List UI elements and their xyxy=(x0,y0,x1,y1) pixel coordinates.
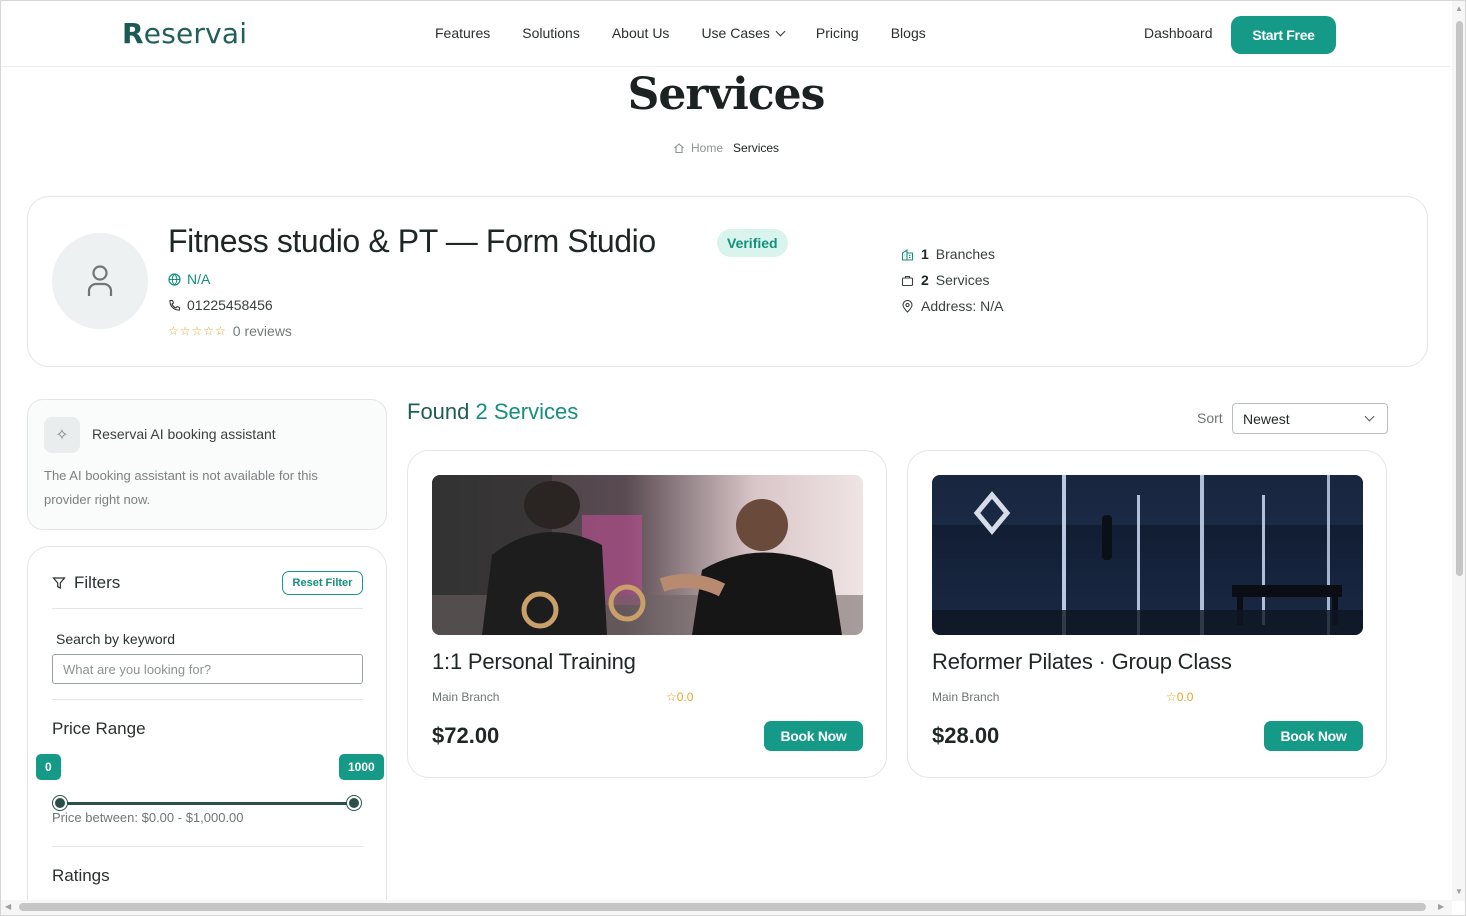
page-title: Services xyxy=(627,69,826,120)
scroll-right-icon[interactable]: ▶ xyxy=(1438,902,1444,911)
verified-badge: Verified xyxy=(717,229,788,257)
sparkle-icon: ✧ xyxy=(44,417,80,453)
divider xyxy=(52,699,363,700)
horizontal-scroll-thumb[interactable] xyxy=(19,903,1426,911)
scroll-up-icon[interactable]: ▲ xyxy=(1455,4,1463,13)
building-icon xyxy=(901,248,914,261)
service-branch: Main Branch xyxy=(932,690,1000,704)
price-min-badge: 0 xyxy=(36,754,61,780)
horizontal-scrollbar[interactable]: ◀ ▶ xyxy=(1,900,1452,915)
provider-card: Fitness studio & PT — Form Studio Verifi… xyxy=(27,196,1428,367)
nav-use-cases[interactable]: Use Cases xyxy=(701,25,786,41)
vertical-scrollbar[interactable]: ▲ ▼ xyxy=(1452,1,1465,901)
found-label: Found xyxy=(407,399,470,424)
filters-panel: Filters Reset Filter Search by keyword P… xyxy=(27,546,387,915)
breadcrumb-current: Services xyxy=(733,141,780,155)
ai-assistant-title: Reservai AI booking assistant xyxy=(92,426,276,442)
sort-selected-value: Newest xyxy=(1243,411,1290,427)
service-rating: ☆0.0 xyxy=(1166,690,1194,704)
dashboard-link[interactable]: Dashboard xyxy=(1144,25,1213,41)
price-range-title: Price Range xyxy=(52,719,146,738)
price-min-handle[interactable] xyxy=(53,796,67,810)
provider-name: Fitness studio & PT — Form Studio xyxy=(168,223,656,259)
services-label: Services xyxy=(935,272,990,288)
book-now-button[interactable]: Book Now xyxy=(764,721,863,751)
found-count: 2 Services xyxy=(475,399,579,424)
reset-filter-button[interactable]: Reset Filter xyxy=(282,571,363,595)
book-now-button[interactable]: Book Now xyxy=(1264,721,1363,751)
provider-website[interactable]: N/A xyxy=(168,271,210,287)
provider-phone[interactable]: 01225458456 xyxy=(168,297,273,313)
chevron-down-icon xyxy=(1364,411,1375,422)
address-stat: Address: N/A xyxy=(901,298,1003,314)
filters-title: Filters xyxy=(74,573,121,592)
service-card[interactable]: Reformer Pilates · Group Class Main Bran… xyxy=(907,450,1387,778)
provider-website-text: N/A xyxy=(187,271,211,287)
service-price: $28.00 xyxy=(932,723,1000,748)
sort-label: Sort xyxy=(1197,410,1223,426)
ai-assistant-card: ✧ Reservai AI booking assistant The AI b… xyxy=(27,399,387,530)
filter-icon xyxy=(52,577,66,589)
price-max-handle[interactable] xyxy=(347,796,361,810)
top-navbar: Reservai Features Solutions About Us Use… xyxy=(1,1,1451,67)
results-count: Found 2 Services xyxy=(407,399,578,425)
services-count: 2 xyxy=(921,272,929,288)
breadcrumb-home[interactable]: Home xyxy=(691,141,723,155)
scroll-down-icon[interactable]: ▼ xyxy=(1455,887,1463,896)
service-price: $72.00 xyxy=(432,723,500,748)
divider xyxy=(52,846,363,847)
briefcase-icon xyxy=(901,275,914,286)
service-title[interactable]: 1:1 Personal Training xyxy=(432,649,636,675)
filters-header: Filters xyxy=(52,573,120,593)
phone-icon xyxy=(169,299,181,311)
provider-avatar xyxy=(52,233,148,329)
home-icon xyxy=(674,143,684,154)
breadcrumb: Home Services xyxy=(673,141,779,155)
branches-count: 1 xyxy=(921,246,929,262)
nav-solutions[interactable]: Solutions xyxy=(522,25,580,41)
ratings-title: Ratings xyxy=(52,866,110,885)
reservai-logo[interactable]: Reservai xyxy=(122,17,247,50)
service-branch: Main Branch xyxy=(432,690,500,704)
divider xyxy=(52,608,363,609)
address-text: Address: N/A xyxy=(921,298,1004,314)
main-menu: Features Solutions About Us Use Cases Pr… xyxy=(435,25,926,41)
globe-icon xyxy=(168,272,181,286)
nav-blogs[interactable]: Blogs xyxy=(891,25,926,41)
provider-phone-text: 01225458456 xyxy=(187,297,273,313)
branches-stat: 1 Branches xyxy=(901,246,995,262)
scroll-left-icon[interactable]: ◀ xyxy=(5,902,11,911)
nav-about-us[interactable]: About Us xyxy=(612,25,670,41)
pilates-studio-photo xyxy=(932,475,1363,635)
browser-viewport: Reservai Features Solutions About Us Use… xyxy=(0,0,1466,916)
sort-select[interactable]: Newest xyxy=(1232,403,1388,434)
user-icon xyxy=(87,265,113,296)
chevron-down-icon xyxy=(775,26,786,37)
star-rating-icons: ☆☆☆☆☆ xyxy=(168,324,227,338)
nav-features[interactable]: Features xyxy=(435,25,490,41)
nav-pricing[interactable]: Pricing xyxy=(816,25,859,41)
service-image xyxy=(432,475,863,635)
branches-label: Branches xyxy=(935,246,995,262)
service-image xyxy=(932,475,1363,635)
price-max-badge: 1000 xyxy=(339,754,384,780)
price-slider-track[interactable] xyxy=(61,802,355,805)
reviews-count: 0 reviews xyxy=(232,323,292,339)
provider-reviews: ☆☆☆☆☆ 0 reviews xyxy=(168,323,292,339)
start-free-button[interactable]: Start Free xyxy=(1231,16,1336,54)
nav-use-cases-label: Use Cases xyxy=(701,25,770,41)
vertical-scroll-thumb[interactable] xyxy=(1456,21,1463,576)
price-range-text: Price between: $0.00 - $1,000.00 xyxy=(52,810,244,825)
personal-training-photo xyxy=(432,475,863,635)
service-card[interactable]: 1:1 Personal Training Main Branch ☆0.0 $… xyxy=(407,450,887,778)
keyword-search-input[interactable] xyxy=(52,654,363,684)
services-stat: 2 Services xyxy=(901,272,989,288)
ai-assistant-message: The AI booking assistant is not availabl… xyxy=(44,468,318,507)
service-title[interactable]: Reformer Pilates · Group Class xyxy=(932,649,1232,675)
location-pin-icon xyxy=(902,299,913,313)
keyword-label: Search by keyword xyxy=(56,631,176,647)
service-rating: ☆0.0 xyxy=(666,690,694,704)
